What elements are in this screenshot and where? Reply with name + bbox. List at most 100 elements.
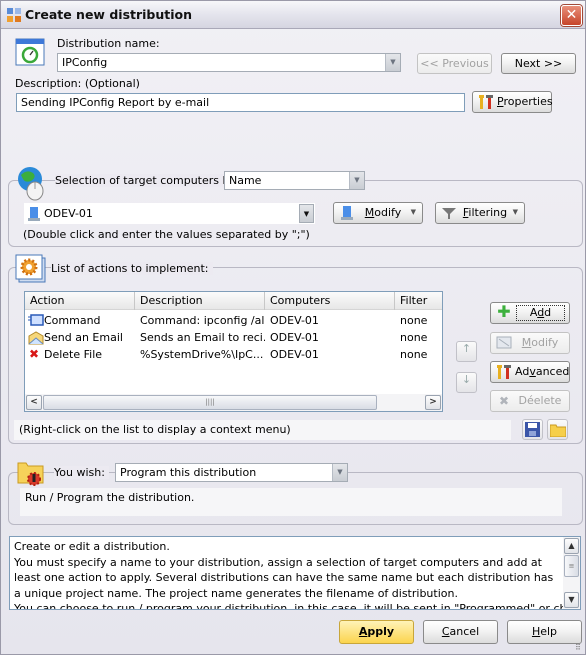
filter-cell: none bbox=[400, 331, 428, 344]
column-header-filter[interactable]: Filter bbox=[395, 292, 442, 310]
distribution-app-icon bbox=[7, 8, 21, 22]
filter-funnel-icon bbox=[442, 208, 456, 219]
delete-icon: ✖ bbox=[29, 347, 40, 361]
properties-button[interactable]: Properties bbox=[472, 91, 553, 113]
modify-action-button[interactable]: Modify bbox=[490, 332, 570, 354]
filtering-button[interactable]: Filtering ▼ bbox=[435, 202, 525, 224]
delete-action-button[interactable]: ✖ Déelete bbox=[490, 390, 570, 412]
horizontal-scrollbar[interactable]: < |||| > bbox=[25, 394, 442, 411]
table-row[interactable]: Send an Email Sends an Email to reci... … bbox=[25, 329, 442, 346]
email-icon bbox=[28, 331, 44, 345]
cancel-button[interactable]: Cancel bbox=[423, 620, 498, 644]
cancel-label: Cancel bbox=[441, 625, 480, 638]
filter-cell: none bbox=[400, 314, 428, 327]
add-action-label: Add bbox=[516, 305, 565, 321]
properties-button-label: Properties bbox=[497, 95, 553, 108]
description-input[interactable]: Sending IPConfig Report by e-mail bbox=[16, 93, 465, 112]
delete-action-label: Déelete bbox=[518, 394, 562, 407]
move-up-button[interactable]: ↑ bbox=[456, 341, 477, 362]
apply-label: Apply bbox=[358, 625, 395, 638]
distribution-name-combo[interactable]: IPConfig ▼ bbox=[57, 53, 401, 72]
scroll-left-icon[interactable]: < bbox=[26, 395, 42, 410]
chevron-down-icon[interactable]: ▼ bbox=[299, 204, 314, 223]
wish-value: Program this distribution bbox=[120, 466, 257, 479]
help-line: Create or edit a distribution. bbox=[14, 540, 170, 553]
modify-target-button[interactable]: Modify ▼ bbox=[333, 202, 423, 224]
action-cell: Command bbox=[44, 314, 101, 327]
chevron-down-icon[interactable]: ▼ bbox=[349, 172, 364, 189]
action-cell: Delete File bbox=[44, 348, 103, 361]
next-button[interactable]: Next >> bbox=[501, 53, 576, 74]
close-button[interactable]: ✕ bbox=[561, 5, 582, 26]
actions-list-header: Action Description Computers Filter bbox=[25, 292, 442, 310]
chevron-down-icon[interactable]: ▼ bbox=[332, 464, 347, 481]
chevron-down-icon[interactable]: ▼ bbox=[385, 54, 400, 71]
arrow-up-icon: ↑ bbox=[461, 342, 472, 355]
wish-combo[interactable]: Program this distribution ▼ bbox=[115, 463, 348, 482]
target-computer-combo[interactable]: ODEV-01 ▼ bbox=[24, 203, 315, 224]
save-button[interactable] bbox=[522, 419, 543, 440]
previous-button[interactable]: << Previous bbox=[417, 53, 492, 74]
computers-cell: ODEV-01 bbox=[270, 314, 319, 327]
modify-target-label: Modify bbox=[364, 206, 402, 219]
delete-icon: ✖ bbox=[498, 394, 510, 408]
modify-action-label: Modify bbox=[521, 336, 559, 349]
resize-grip-icon[interactable]: ⠿ bbox=[575, 644, 581, 652]
computers-cell: ODEV-01 bbox=[270, 331, 319, 344]
wish-description: Run / Program the distribution. bbox=[20, 488, 562, 516]
help-label: Help bbox=[531, 625, 558, 638]
dropdown-arrow-icon: ▼ bbox=[512, 208, 518, 216]
description-cell: Command: ipconfig /al... bbox=[140, 314, 265, 327]
dropdown-arrow-icon: ▼ bbox=[410, 208, 416, 216]
context-menu-hint: (Right-click on the list to display a co… bbox=[14, 420, 511, 440]
edit-icon bbox=[496, 336, 512, 349]
description-label: Description: (Optional) bbox=[15, 77, 140, 90]
scrollbar-thumb[interactable]: ≡ bbox=[564, 555, 579, 577]
filter-cell: none bbox=[400, 348, 428, 361]
help-line: You can choose to run / program your dis… bbox=[14, 602, 581, 610]
selection-mode-combo[interactable]: Name ▼ bbox=[224, 171, 365, 190]
help-line: You must specify a name to your distribu… bbox=[14, 555, 554, 600]
context-hint-text: (Right-click on the list to display a co… bbox=[19, 423, 291, 436]
scroll-up-icon[interactable]: ▲ bbox=[564, 538, 579, 554]
target-computer-value: ODEV-01 bbox=[44, 207, 93, 220]
open-folder-button[interactable] bbox=[547, 419, 568, 440]
window-title: Create new distribution bbox=[25, 7, 193, 22]
target-hint: (Double click and enter the values separ… bbox=[23, 228, 310, 241]
command-icon bbox=[28, 314, 44, 326]
advanced-label: Advanced bbox=[515, 365, 570, 378]
column-header-computers[interactable]: Computers bbox=[265, 292, 395, 310]
help-textarea[interactable]: Create or edit a distribution. You must … bbox=[9, 536, 581, 610]
advanced-button[interactable]: Advanced bbox=[490, 361, 570, 383]
computer-icon bbox=[28, 207, 40, 221]
scroll-down-icon[interactable]: ▼ bbox=[564, 592, 579, 608]
actions-gear-icon bbox=[15, 254, 46, 283]
clock-window-icon bbox=[15, 38, 45, 66]
help-text: Create or edit a distribution. You must … bbox=[14, 539, 581, 610]
add-action-button[interactable]: ✚ Add bbox=[490, 302, 570, 324]
move-down-button[interactable]: ↓ bbox=[456, 372, 477, 393]
help-button[interactable]: Help bbox=[507, 620, 582, 644]
create-distribution-dialog: Create new distribution ✕ Distribution n… bbox=[0, 0, 586, 655]
scrollbar-thumb[interactable]: |||| bbox=[43, 395, 377, 410]
column-header-description[interactable]: Description bbox=[135, 292, 265, 310]
folder-icon bbox=[549, 424, 566, 438]
previous-button-label: << Previous bbox=[420, 57, 489, 70]
actions-group-label: List of actions to implement: bbox=[51, 262, 213, 275]
arrow-down-icon: ↓ bbox=[461, 373, 472, 386]
table-row[interactable]: Command Command: ipconfig /al... ODEV-01… bbox=[25, 312, 442, 329]
actions-list[interactable]: Action Description Computers Filter Comm… bbox=[24, 291, 443, 412]
vertical-scrollbar[interactable]: ▲ ≡ ▼ bbox=[563, 537, 580, 609]
table-row[interactable]: ✖ Delete File %SystemDrive%\IpC... ODEV-… bbox=[25, 346, 442, 363]
you-wish-label: You wish: bbox=[54, 466, 109, 479]
description-cell: %SystemDrive%\IpC... bbox=[140, 348, 264, 361]
computers-cell: ODEV-01 bbox=[270, 348, 319, 361]
column-header-action[interactable]: Action bbox=[25, 292, 135, 310]
tools-icon bbox=[479, 95, 493, 109]
selection-mode-value: Name bbox=[229, 174, 262, 187]
title-bar: Create new distribution ✕ bbox=[1, 1, 585, 29]
floppy-disk-icon bbox=[525, 422, 540, 437]
apply-button[interactable]: Apply bbox=[339, 620, 414, 644]
scroll-right-icon[interactable]: > bbox=[425, 395, 441, 410]
plus-icon: ✚ bbox=[497, 302, 511, 321]
